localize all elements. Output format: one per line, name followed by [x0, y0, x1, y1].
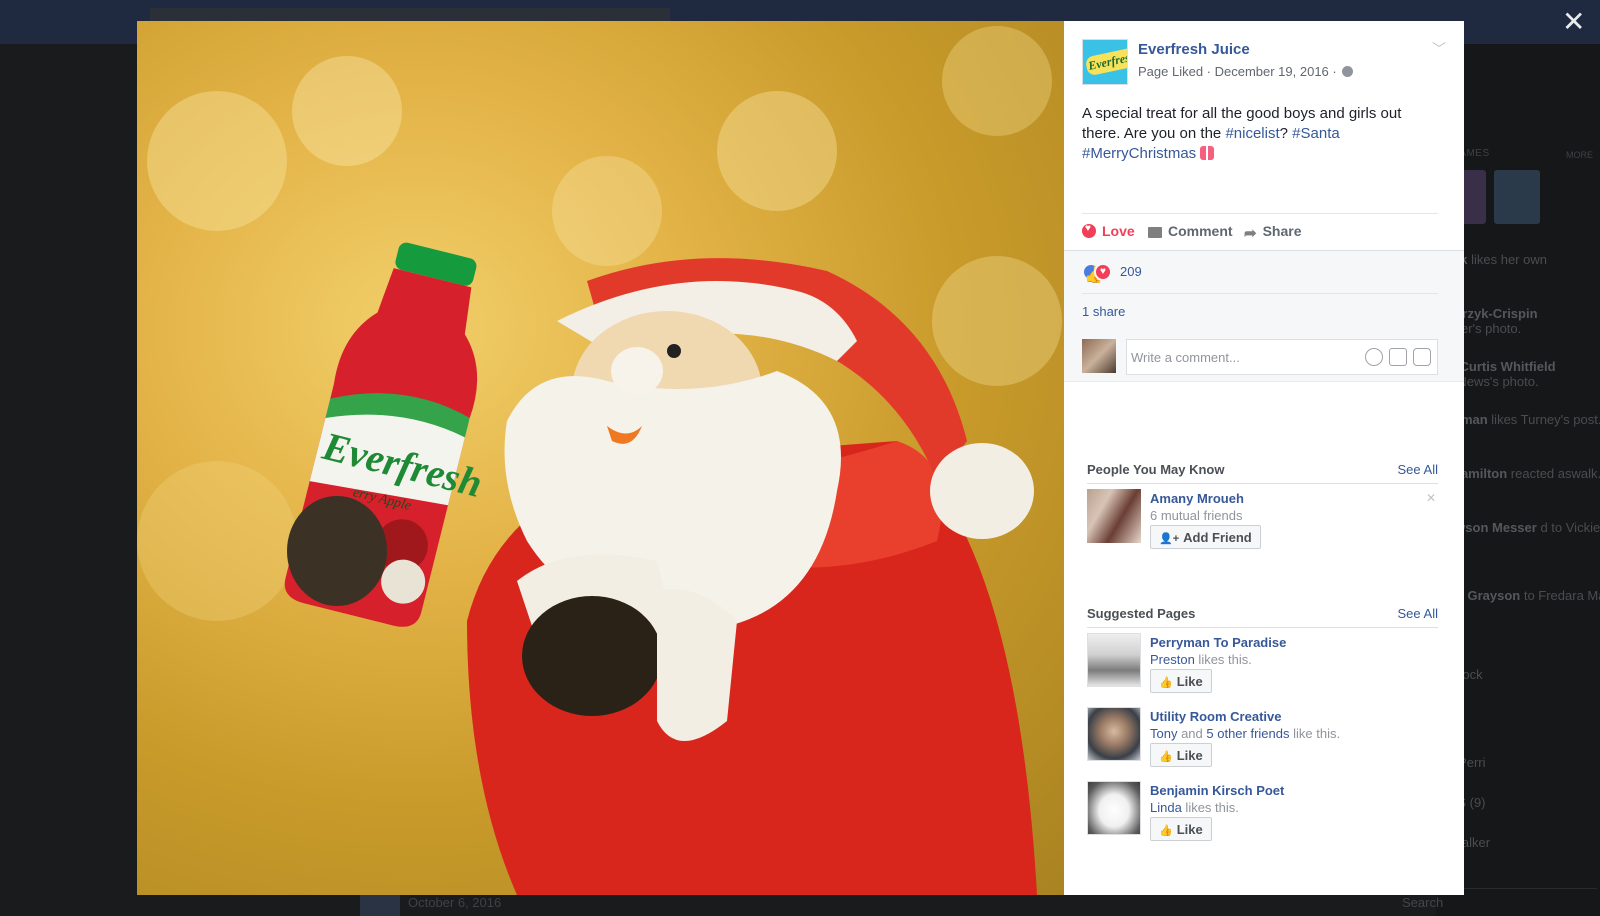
comment-label: Comment	[1168, 223, 1233, 239]
post-header: Everfresh Everfresh Juice Page Liked · D…	[1082, 39, 1446, 85]
post-text-part: ?	[1279, 125, 1293, 142]
like-label: Like	[1176, 748, 1203, 763]
sticker-icon[interactable]	[1413, 348, 1431, 367]
friend-link[interactable]: Preston	[1150, 652, 1195, 667]
hashtag-santa[interactable]: #Santa	[1292, 125, 1340, 142]
background-ticker-item: Pittman likes Turney's post.	[1440, 412, 1600, 427]
like-page-button[interactable]: 👍 Like	[1150, 669, 1212, 693]
close-icon[interactable]: ✕	[1426, 491, 1436, 505]
social-text: likes this.	[1181, 800, 1239, 815]
divider	[1087, 627, 1438, 628]
avatar[interactable]	[1087, 489, 1141, 543]
social-text: and	[1177, 726, 1207, 741]
post-side-panel: Everfresh Everfresh Juice Page Liked · D…	[1064, 21, 1464, 895]
post-message: A special treat for all the good boys an…	[1082, 104, 1442, 164]
comment-tools	[1359, 348, 1431, 367]
divider	[1082, 293, 1438, 294]
background-more-link: MORE	[1566, 150, 1593, 160]
suggested-page-name-link[interactable]: Utility Room Creative	[1150, 709, 1281, 724]
post-meta-text[interactable]: Page Liked · December 19, 2016 ·	[1138, 64, 1337, 79]
page-avatar[interactable]: Everfresh	[1082, 39, 1128, 85]
love-label: Love	[1102, 223, 1135, 239]
thumbs-up-icon: 👍	[1159, 677, 1173, 689]
gift-emoji-icon	[1200, 146, 1215, 160]
background-ticker-item: a R. Grayson to Fredara Mareva 's post.	[1440, 588, 1600, 603]
share-label: Share	[1262, 223, 1302, 239]
divider	[1082, 213, 1438, 214]
background-ticker-item: Lawson Messer d to Vickie rs's post.	[1440, 520, 1600, 535]
page-name-link[interactable]: Everfresh Juice	[1138, 41, 1250, 58]
thumbs-up-icon: 👍	[1159, 825, 1173, 837]
add-friend-button[interactable]: 👤+ Add Friend	[1150, 525, 1261, 549]
avatar	[1082, 339, 1116, 373]
other-friends-link[interactable]: 5 other friends	[1206, 726, 1289, 741]
pymk-see-all-link[interactable]: See All	[1398, 462, 1438, 477]
photo-viewer: Everfresh erry Apple Everfresh Everfresh…	[137, 21, 1464, 895]
page-avatar-logo: Everfresh	[1084, 46, 1127, 77]
suggested-page-social-text: Tony and 5 other friends like this.	[1150, 726, 1340, 741]
like-label: Like	[1176, 822, 1203, 837]
love-button[interactable]: Love	[1082, 223, 1135, 239]
globe-icon	[1342, 66, 1354, 77]
add-friend-label: Add Friend	[1183, 530, 1252, 545]
suggested-page-thumbnail[interactable]	[1087, 633, 1141, 687]
close-viewer-button[interactable]: ✕	[1562, 8, 1585, 36]
suggested-page-name-link[interactable]: Perryman To Paradise	[1150, 635, 1286, 650]
camera-icon[interactable]	[1389, 348, 1407, 367]
friend-link[interactable]: Tony	[1150, 726, 1177, 741]
friend-link[interactable]: Linda	[1150, 800, 1182, 815]
chevron-down-icon[interactable]: ﹀	[1432, 39, 1446, 59]
post-meta: Page Liked · December 19, 2016 ·	[1138, 64, 1354, 79]
share-icon: ➦	[1244, 225, 1257, 242]
share-button[interactable]: ➦ Share	[1244, 223, 1302, 242]
comment-icon	[1148, 227, 1162, 238]
share-count-link[interactable]: 1 share	[1082, 304, 1125, 319]
post-photo[interactable]: Everfresh erry Apple	[137, 21, 1064, 895]
comment-button[interactable]: Comment	[1148, 223, 1233, 239]
social-text: likes this.	[1194, 652, 1252, 667]
suggested-page-thumbnail[interactable]	[1087, 707, 1141, 761]
like-label: Like	[1176, 674, 1203, 689]
comment-input[interactable]: Write a comment...	[1126, 339, 1438, 375]
pymk-title: People You May Know	[1087, 462, 1225, 477]
background-ticker-item: n Hamilton reacted aswalk.com's link.	[1440, 466, 1600, 481]
suggested-page-thumbnail[interactable]	[1087, 781, 1141, 835]
reaction-count: 209	[1120, 264, 1142, 279]
reactions-and-comments: ♥ 209 1 share Write a comment...	[1064, 250, 1464, 382]
hashtag-merrychristmas[interactable]: #MerryChristmas	[1082, 145, 1196, 162]
suggested-pages-see-all-link[interactable]: See All	[1398, 606, 1438, 621]
comment-placeholder: Write a comment...	[1131, 350, 1240, 365]
suggested-page-social-text: Linda likes this.	[1150, 800, 1239, 815]
love-icon	[1082, 223, 1096, 238]
background-post-date: October 6, 2016	[408, 895, 502, 910]
social-text: like this.	[1289, 726, 1341, 741]
suggested-page-name-link[interactable]: Benjamin Kirsch Poet	[1150, 783, 1284, 798]
suggested-pages-title: Suggested Pages	[1087, 606, 1196, 621]
hashtag-nicelist[interactable]: #nicelist	[1225, 125, 1279, 142]
background-game-thumb	[1494, 170, 1540, 224]
divider	[1087, 483, 1438, 484]
love-reaction-icon: ♥	[1094, 263, 1112, 281]
mutual-friends-text: 6 mutual friends	[1150, 508, 1243, 523]
santa-bottle-illustration: Everfresh erry Apple	[137, 26, 1062, 895]
emoji-icon[interactable]	[1365, 348, 1383, 367]
like-page-button[interactable]: 👍 Like	[1150, 743, 1212, 767]
person-name-link[interactable]: Amany Mroueh	[1150, 491, 1244, 506]
suggested-page-social-text: Preston likes this.	[1150, 652, 1252, 667]
thumbs-up-icon: 👍	[1159, 751, 1173, 763]
add-friend-icon: 👤+	[1159, 533, 1180, 545]
like-page-button[interactable]: 👍 Like	[1150, 817, 1212, 841]
